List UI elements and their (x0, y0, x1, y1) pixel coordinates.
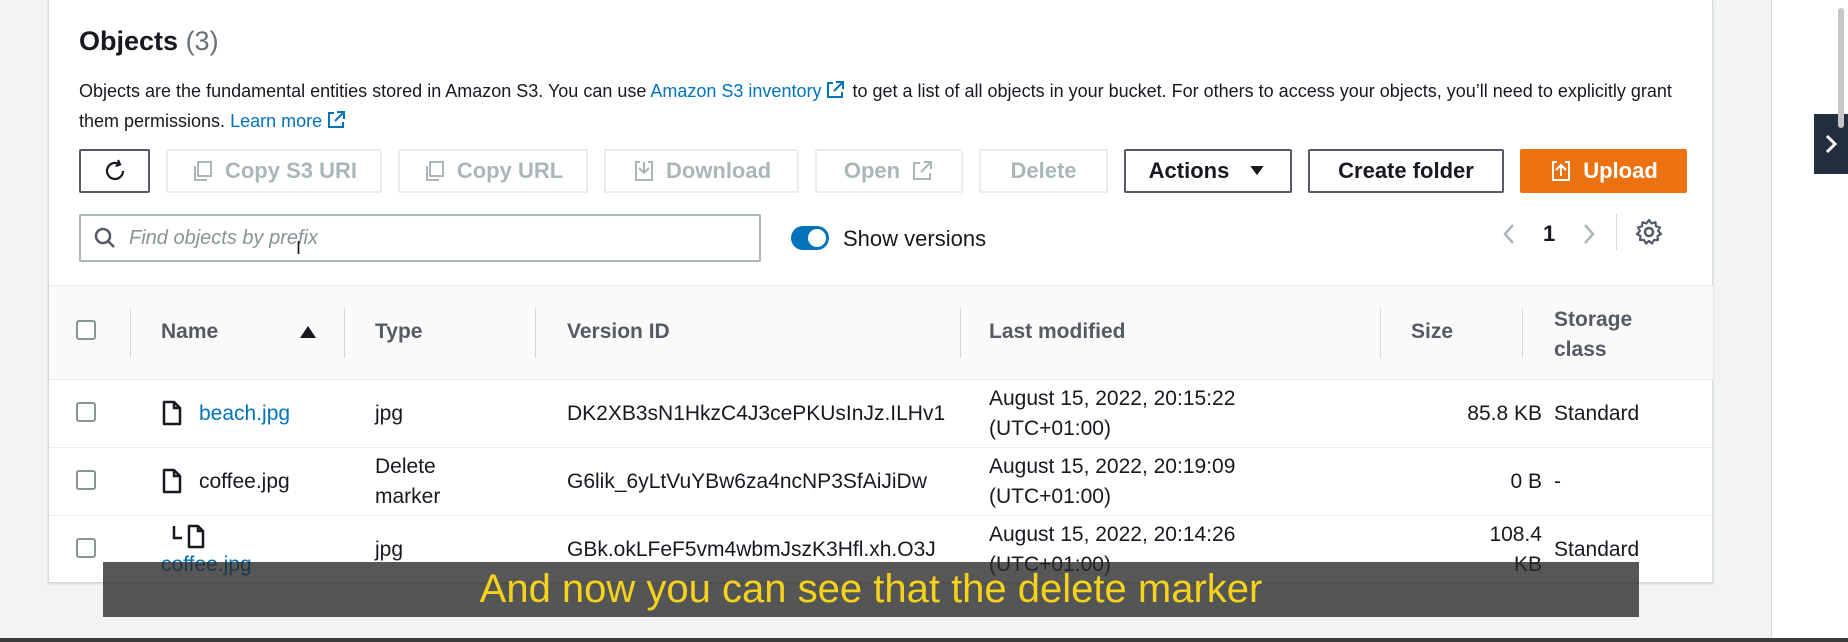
object-storage-class: Standard (1554, 402, 1640, 425)
object-version-id: G6lik_6yLtVuYBw6za4ncNP3SfAiJiDw (567, 470, 927, 493)
object-name: coffee.jpg (199, 470, 290, 493)
open-button[interactable]: Open (815, 149, 963, 193)
search-box[interactable] (79, 214, 761, 262)
refresh-icon (105, 159, 124, 180)
object-storage-class: - (1554, 470, 1561, 493)
column-separator (535, 308, 536, 358)
external-link-icon (328, 111, 346, 128)
object-last-modified-date: August 15, 2022, 20:14:26 (989, 523, 1236, 546)
objects-toolbar: Copy S3 URI Copy URL Download Open Delet… (79, 149, 1687, 193)
search-icon (94, 227, 115, 248)
object-last-modified-date: August 15, 2022, 20:19:09 (989, 455, 1236, 478)
pager-divider (1616, 214, 1617, 250)
inventory-link[interactable]: Amazon S3 inventory (650, 81, 821, 101)
select-all-checkbox[interactable] (76, 320, 96, 340)
column-header-type[interactable]: Type (375, 320, 422, 344)
object-size-line1: 108.4 (1489, 523, 1542, 546)
column-header-version-id[interactable]: Version ID (567, 320, 670, 344)
objects-description: Objects are the fundamental entities sto… (79, 76, 1689, 136)
column-header-last-modified[interactable]: Last modified (989, 320, 1126, 344)
download-button[interactable]: Download (604, 149, 799, 193)
vertical-scrollbar[interactable] (1838, 0, 1844, 640)
copy-s3-uri-button[interactable]: Copy S3 URI (166, 149, 382, 193)
learn-more-link[interactable]: Learn more (230, 111, 322, 131)
objects-count: (3) (185, 26, 219, 56)
column-header-storage-class[interactable]: Storage class (1554, 305, 1674, 365)
version-child-file-icon (172, 524, 205, 549)
delete-button[interactable]: Delete (979, 149, 1108, 193)
column-separator (960, 308, 961, 358)
copy-s3-uri-label: Copy S3 URI (224, 158, 358, 183)
toggle-knob (808, 229, 826, 247)
chevron-left-icon[interactable] (1499, 220, 1519, 248)
refresh-button[interactable] (79, 149, 150, 193)
copy-icon (425, 161, 444, 181)
file-icon (162, 400, 182, 426)
object-last-modified-tz: (UTC+01:00) (989, 485, 1111, 508)
create-folder-label: Create folder (1338, 158, 1474, 183)
sort-ascending-icon[interactable] (299, 324, 317, 340)
external-link-icon (827, 81, 845, 98)
scrollbar-thumb[interactable] (1838, 8, 1844, 128)
column-header-size[interactable]: Size (1411, 320, 1453, 344)
right-gutter (1771, 0, 1848, 642)
copy-url-button[interactable]: Copy URL (398, 149, 588, 193)
object-last-modified-date: August 15, 2022, 20:15:22 (989, 387, 1236, 410)
row-checkbox[interactable] (76, 402, 96, 422)
row-checkbox[interactable] (76, 538, 96, 558)
upload-button[interactable]: Upload (1520, 149, 1687, 193)
actions-label: Actions (1148, 158, 1230, 183)
column-separator (344, 308, 345, 358)
caret-down-icon (1250, 166, 1265, 176)
upload-label: Upload (1583, 158, 1658, 183)
show-versions-toggle[interactable] (791, 226, 829, 250)
object-type-line2: marker (375, 485, 441, 508)
column-separator (1380, 308, 1381, 358)
objects-panel: Objects (3) Objects are the fundamental … (48, 0, 1713, 583)
download-label: Download (665, 158, 772, 183)
object-size: 0 B (1510, 470, 1542, 493)
row-checkbox[interactable] (76, 470, 96, 490)
show-versions-label: Show versions (843, 226, 987, 251)
object-type: jpg (375, 402, 404, 425)
objects-header: Objects (3) (79, 26, 219, 57)
current-page[interactable]: 1 (1543, 221, 1555, 247)
download-icon (634, 161, 653, 181)
object-version-id: GBk.okLFeF5vm4wbmJszK3Hfl.xh.O3J (567, 538, 936, 561)
pagination: 1 (1499, 214, 1599, 254)
object-type: jpg (375, 538, 404, 561)
subtitle-text: And now you can see that the delete mark… (479, 567, 1263, 611)
delete-label: Delete (1010, 158, 1077, 183)
open-label: Open (843, 158, 901, 183)
chevron-right-icon[interactable] (1579, 220, 1599, 248)
object-version-id: DK2XB3sN1HkzC4J3cePKUsInJz.ILHv1 (567, 402, 946, 425)
object-storage-class: Standard (1554, 538, 1640, 561)
object-type-line1: Delete (375, 455, 436, 478)
object-name-link[interactable]: beach.jpg (199, 399, 290, 429)
column-separator (130, 308, 131, 358)
objects-title: Objects (79, 26, 179, 56)
bottom-strip (0, 638, 1848, 642)
file-icon (162, 468, 182, 494)
gear-icon[interactable] (1634, 217, 1664, 247)
external-link-icon (913, 161, 933, 180)
copy-icon (193, 161, 212, 181)
search-input[interactable] (129, 226, 729, 250)
column-separator (1522, 308, 1523, 358)
column-header-name[interactable]: Name (161, 320, 218, 344)
upload-icon (1552, 161, 1571, 181)
description-prefix: Objects are the fundamental entities sto… (79, 81, 651, 101)
actions-dropdown-button[interactable]: Actions (1124, 149, 1292, 193)
create-folder-button[interactable]: Create folder (1308, 149, 1504, 193)
copy-url-label: Copy URL (456, 158, 564, 183)
object-size: 85.8 KB (1467, 402, 1542, 425)
text-cursor-icon: I (296, 238, 302, 258)
video-subtitle: And now you can see that the delete mark… (103, 562, 1639, 617)
s3-console-screen: Objects (3) Objects are the fundamental … (0, 0, 1848, 642)
object-last-modified-tz: (UTC+01:00) (989, 417, 1111, 440)
